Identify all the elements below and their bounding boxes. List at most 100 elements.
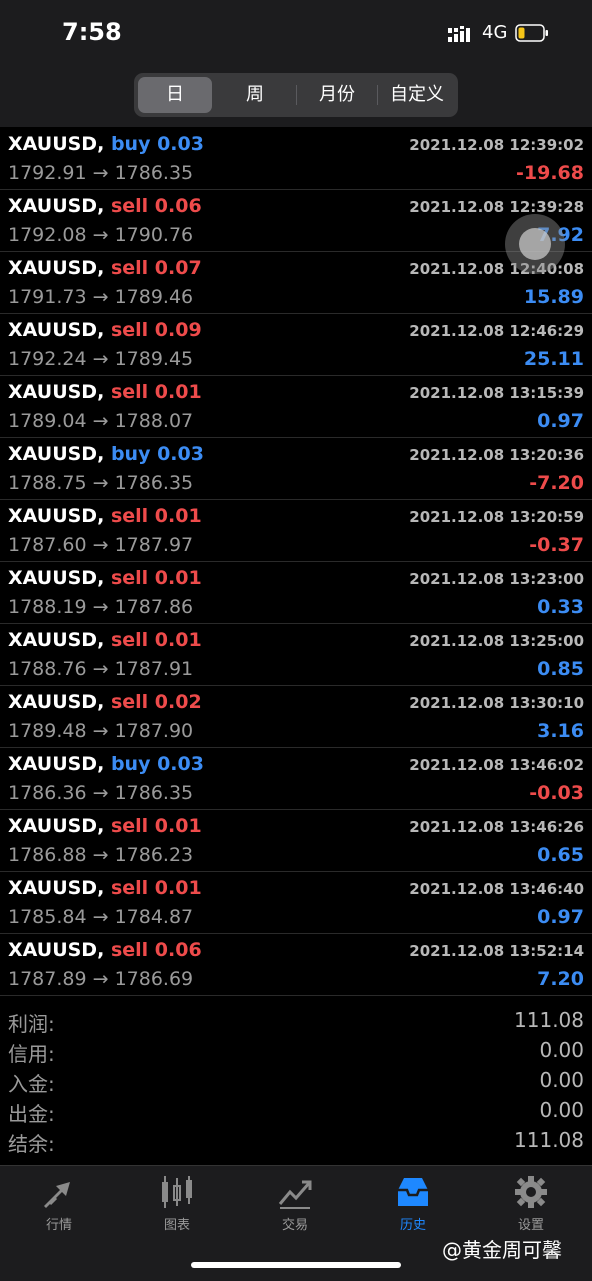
tab-settings[interactable]: 设置: [472, 1174, 590, 1234]
trade-volume: 0.06: [154, 939, 202, 961]
trade-prices: 1789.48 → 1787.90: [8, 720, 194, 742]
trade-time: 2021.12.08 12:39:28: [409, 198, 584, 216]
trade-row[interactable]: XAUUSD, buy 0.03 2021.12.08 12:39:02 1792.…: [0, 128, 592, 190]
tab-charts[interactable]: 图表: [118, 1174, 236, 1234]
home-indicator[interactable]: [191, 1262, 401, 1268]
trade-symbol: XAUUSD,: [8, 691, 105, 713]
trade-row[interactable]: XAUUSD, sell 0.06 2021.12.08 13:52:14 1787…: [0, 934, 592, 996]
trade-symbol: XAUUSD,: [8, 877, 105, 899]
trade-prices: 1792.24 → 1789.45: [8, 348, 194, 370]
tab-custom[interactable]: 自定义: [378, 77, 456, 113]
trade-time: 2021.12.08 13:20:36: [409, 446, 584, 464]
battery-icon: [515, 24, 548, 42]
trade-time: 2021.12.08 13:23:00: [409, 570, 584, 588]
trade-profit: -0.03: [529, 782, 584, 804]
summary-label: 结余:: [8, 1132, 55, 1156]
trade-symbol: XAUUSD,: [8, 939, 105, 961]
trade-side: sell: [110, 691, 149, 713]
trade-row[interactable]: XAUUSD, sell 0.01 2021.12.08 13:46:26 1786…: [0, 810, 592, 872]
tab-trade-label: 交易: [281, 1218, 308, 1233]
summary-value: 0.00: [539, 1068, 584, 1092]
trade-row[interactable]: XAUUSD, sell 0.07 2021.12.08 12:40:08 1791…: [0, 252, 592, 314]
trade-side: sell: [110, 505, 149, 527]
assistive-touch-button[interactable]: [505, 214, 565, 274]
trade-row[interactable]: XAUUSD, buy 0.03 2021.12.08 13:20:36 1788.…: [0, 438, 592, 500]
trade-side: sell: [110, 939, 149, 961]
summary-value: 111.08: [514, 1128, 584, 1152]
trade-symbol-side: XAUUSD, buy 0.03: [8, 443, 204, 465]
trade-time: 2021.12.08 13:20:59: [409, 508, 584, 526]
trade-row[interactable]: XAUUSD, sell 0.01 2021.12.08 13:46:40 1785…: [0, 872, 592, 934]
trade-side: sell: [110, 381, 149, 403]
trade-time: 2021.12.08 13:25:00: [409, 632, 584, 650]
summary-row: 出金: 0.00: [0, 1096, 592, 1126]
trade-profit: -7.20: [529, 472, 584, 494]
tab-trade[interactable]: 交易: [236, 1174, 354, 1234]
trade-row[interactable]: XAUUSD, sell 0.02 2021.12.08 13:30:10 1789…: [0, 686, 592, 748]
tab-month[interactable]: 月份: [298, 77, 376, 113]
trade-prices: 1787.89 → 1786.69: [8, 968, 194, 990]
trade-side: buy: [110, 443, 151, 465]
trade-time: 2021.12.08 13:46:40: [409, 880, 584, 898]
trade-side: sell: [110, 629, 149, 651]
trade-prices: 1786.88 → 1786.23: [8, 844, 194, 866]
trade-history-list: XAUUSD, buy 0.03 2021.12.08 12:39:02 1792.…: [0, 128, 592, 996]
trade-profit: 0.97: [537, 906, 584, 928]
trade-line-icon: [278, 1180, 312, 1209]
candlestick-chart-icon: [162, 1176, 192, 1208]
tab-settings-label: 设置: [517, 1218, 544, 1233]
trade-row[interactable]: XAUUSD, sell 0.06 2021.12.08 12:39:28 1792…: [0, 190, 592, 252]
trade-symbol-side: XAUUSD, sell 0.02: [8, 691, 202, 713]
trade-row[interactable]: XAUUSD, sell 0.09 2021.12.08 12:46:29 1792…: [0, 314, 592, 376]
tab-week[interactable]: 周: [216, 77, 294, 113]
trade-profit: 0.97: [537, 410, 584, 432]
status-bar: 7:58 4G: [0, 0, 592, 66]
trade-symbol-side: XAUUSD, sell 0.01: [8, 381, 202, 403]
trade-prices: 1785.84 → 1784.87: [8, 906, 194, 928]
trade-symbol-side: XAUUSD, sell 0.06: [8, 939, 202, 961]
trade-symbol: XAUUSD,: [8, 257, 105, 279]
trade-prices: 1792.08 → 1790.76: [8, 224, 194, 246]
tab-quotes[interactable]: 行情: [0, 1174, 118, 1234]
trade-row[interactable]: XAUUSD, sell 0.01 2021.12.08 13:20:59 1787…: [0, 500, 592, 562]
trade-volume: 0.06: [154, 195, 202, 217]
trade-volume: 0.03: [157, 443, 204, 465]
trade-side: sell: [110, 567, 149, 589]
trade-row[interactable]: XAUUSD, sell 0.01 2021.12.08 13:15:39 1789…: [0, 376, 592, 438]
tab-history[interactable]: 历史: [354, 1174, 472, 1234]
trade-volume: 0.09: [154, 319, 202, 341]
trade-symbol-side: XAUUSD, buy 0.03: [8, 133, 204, 155]
trade-volume: 0.01: [154, 629, 202, 651]
cellular-signal-icon: [448, 26, 470, 42]
trade-row[interactable]: XAUUSD, sell 0.01 2021.12.08 13:25:00 1788…: [0, 624, 592, 686]
trade-symbol: XAUUSD,: [8, 505, 105, 527]
trade-prices: 1789.04 → 1788.07: [8, 410, 194, 432]
trade-side: buy: [110, 753, 151, 775]
summary-row: 入金: 0.00: [0, 1066, 592, 1096]
trade-symbol-side: XAUUSD, buy 0.03: [8, 753, 204, 775]
trade-symbol-side: XAUUSD, sell 0.01: [8, 505, 202, 527]
trade-volume: 0.01: [154, 505, 202, 527]
trade-prices: 1786.36 → 1786.35: [8, 782, 194, 804]
trade-profit: -19.68: [516, 162, 584, 184]
period-segmented-control: 日 周 月份 自定义: [134, 73, 458, 117]
history-inbox-icon: [398, 1178, 428, 1206]
gear-icon: [515, 1176, 547, 1208]
trade-time: 2021.12.08 13:15:39: [409, 384, 584, 402]
trade-profit: 0.85: [537, 658, 584, 680]
watermark: @黄金周可馨: [442, 1238, 562, 1262]
tab-day[interactable]: 日: [138, 77, 212, 113]
trade-row[interactable]: XAUUSD, buy 0.03 2021.12.08 13:46:02 1786.…: [0, 748, 592, 810]
trade-prices: 1792.91 → 1786.35: [8, 162, 194, 184]
trade-prices: 1791.73 → 1789.46: [8, 286, 194, 308]
summary-label: 利润:: [8, 1012, 55, 1036]
trade-symbol: XAUUSD,: [8, 195, 105, 217]
trade-symbol-side: XAUUSD, sell 0.07: [8, 257, 202, 279]
trade-row[interactable]: XAUUSD, sell 0.01 2021.12.08 13:23:00 1788…: [0, 562, 592, 624]
trade-symbol-side: XAUUSD, sell 0.09: [8, 319, 202, 341]
trade-volume: 0.01: [154, 567, 202, 589]
trade-symbol: XAUUSD,: [8, 133, 105, 155]
trade-profit: -0.37: [529, 534, 584, 556]
summary-row: 信用: 0.00: [0, 1036, 592, 1066]
trade-volume: 0.01: [154, 877, 202, 899]
